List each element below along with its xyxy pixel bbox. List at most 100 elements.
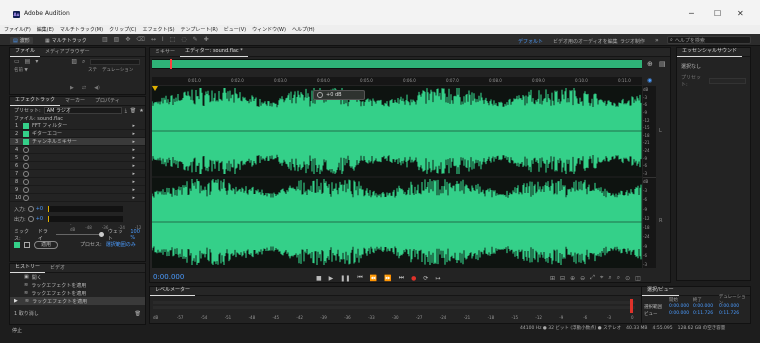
tab-markers[interactable]: マーカー [60, 97, 90, 106]
play-icon[interactable]: ▶ [329, 275, 334, 282]
preset-select[interactable]: AM ラジオ [43, 107, 122, 114]
favorite-icon[interactable]: ★ [139, 108, 143, 114]
close-button[interactable]: ✕ [737, 9, 744, 18]
loop-icon[interactable]: ⟳ [423, 275, 428, 282]
slip-tool-icon[interactable]: ↔ [151, 36, 156, 43]
menu-multitrack[interactable]: マルチトラック(M) [60, 26, 103, 33]
slot-menu-icon[interactable]: ▸ [132, 163, 135, 169]
slot-power-icon[interactable] [23, 138, 29, 145]
skip-selection-icon[interactable]: ↦ [435, 275, 440, 282]
minimize-button[interactable]: ─ [689, 9, 694, 18]
slot-power-icon[interactable] [23, 122, 29, 129]
effect-slot[interactable]: 7 ▸ [10, 170, 145, 178]
pause-icon[interactable]: ❚❚ [340, 275, 350, 282]
slot-menu-icon[interactable]: ▸ [132, 139, 135, 145]
tab-media-browser[interactable]: メディアブラウザー [40, 48, 95, 57]
time-select-tool-icon[interactable]: Ⅰ [162, 36, 164, 43]
brush-tool-icon[interactable]: ✎ [193, 36, 198, 43]
tab-levels[interactable]: レベルメーター [150, 286, 196, 296]
zoom-in-time-icon[interactable]: ⊕ [570, 275, 575, 282]
menu-edit[interactable]: 編集(E) [37, 26, 54, 33]
slot-menu-icon[interactable]: ▸ [132, 195, 135, 201]
rack-list-icon[interactable] [24, 241, 30, 248]
slot-menu-icon[interactable]: ▸ [132, 147, 135, 153]
slot-power-icon[interactable] [23, 186, 29, 193]
slot-menu-icon[interactable]: ▸ [132, 123, 135, 129]
overview-bar[interactable] [152, 59, 642, 69]
go-to-start-icon[interactable]: ⏮ [357, 274, 362, 282]
tab-files[interactable]: ファイル [10, 47, 41, 57]
razor-tool-icon[interactable]: ⌫ [136, 36, 144, 43]
workspace-video[interactable]: ビデオ用のオーディオを編集 [553, 38, 618, 45]
rewind-icon[interactable]: ⏪ [370, 275, 377, 282]
workspace-more-icon[interactable]: » [655, 37, 659, 44]
slot-menu-icon[interactable]: ▸ [132, 155, 135, 161]
col-duration[interactable]: デュレーション [102, 67, 133, 73]
effect-slot[interactable]: 4 ▸ [10, 146, 145, 154]
mix-slider[interactable] [55, 232, 104, 237]
essential-preset-select[interactable] [708, 78, 746, 84]
import-icon[interactable]: ▤ [25, 58, 31, 65]
waveform-view-button[interactable]: ▤ 波形 [10, 37, 33, 44]
preview-volume-icon[interactable]: ◀) [94, 85, 100, 91]
save-preset-icon[interactable]: ⤓ [125, 108, 127, 114]
wet-value[interactable]: 100 % [130, 229, 145, 241]
move-tool-icon[interactable]: ✥ [125, 36, 130, 43]
insert-icon[interactable]: ▾ [35, 58, 38, 65]
history-item-current[interactable]: ▶ ≋ ラックエフェクトを適用 [10, 297, 145, 305]
effect-slot[interactable]: 3 チャンネルミキサー ▸ [10, 138, 145, 146]
history-item[interactable]: ≋ ラックエフェクトを適用 [10, 289, 145, 297]
zoom-selection-icon[interactable]: ⌖ [600, 274, 603, 282]
tab-effects-rack[interactable]: エフェクトラック [10, 96, 61, 106]
tab-properties[interactable]: プロパティ [90, 97, 125, 106]
menu-clip[interactable]: クリップ(C) [109, 26, 136, 33]
lasso-tool-icon[interactable]: ◌ [181, 36, 186, 43]
spectral-tool-icon[interactable]: ▥ [102, 36, 108, 43]
close-file-icon[interactable]: ▨ [71, 58, 77, 65]
channel-right-label[interactable]: R [659, 218, 662, 224]
effect-slot[interactable]: 10 ▸ [10, 194, 145, 202]
workspace-radio[interactable]: ラジオ制作 [620, 38, 645, 45]
zoom-in-amplitude-icon[interactable]: ⊞ [550, 275, 555, 282]
tab-mixer[interactable]: ミキサー [150, 48, 180, 57]
history-item[interactable]: ≋ ラックエフェクトを適用 [10, 281, 145, 289]
slot-menu-icon[interactable]: ▸ [132, 187, 135, 193]
view-end[interactable]: 0:11.726 [693, 311, 719, 316]
hud-volume-knob[interactable] [317, 92, 323, 98]
hud-volume[interactable]: +0 dB [313, 90, 365, 100]
workspace-default[interactable]: デフォルト [518, 38, 543, 45]
effect-slot[interactable]: 5 ▸ [10, 154, 145, 162]
rack-power-icon[interactable] [14, 241, 20, 248]
zoom-out-amplitude-icon[interactable]: ⊟ [560, 275, 565, 282]
stop-icon[interactable]: ■ [316, 275, 322, 282]
menu-templates[interactable]: テンプレート(R) [181, 26, 218, 33]
selection-start[interactable]: 0:00.000 [669, 304, 693, 309]
fast-forward-icon[interactable]: ⏩ [384, 275, 391, 282]
tab-video[interactable]: ビデオ [45, 264, 70, 273]
slot-power-icon[interactable] [23, 146, 29, 153]
input-value[interactable]: +0 [36, 206, 43, 212]
multitrack-view-button[interactable]: ▦ マルチトラック [45, 37, 87, 45]
preview-play-icon[interactable]: ▶ [70, 85, 74, 91]
current-time[interactable]: 0:00.000 [153, 273, 184, 281]
menu-effects[interactable]: エフェクト(S) [142, 26, 174, 33]
input-knob[interactable] [27, 206, 34, 212]
channel-left-label[interactable]: L [659, 128, 662, 134]
tab-selection-view[interactable]: 選択/ビュー [642, 286, 679, 296]
history-item[interactable]: ▣ 開く [10, 273, 145, 281]
playhead-marker[interactable] [152, 86, 158, 91]
effect-slot[interactable]: 8 ▸ [10, 178, 145, 186]
slot-power-icon[interactable] [23, 130, 29, 137]
zoom-fit-icon[interactable]: ⊕ [647, 60, 653, 68]
col-status[interactable]: ステ [88, 67, 102, 73]
menu-view[interactable]: ビュー(V) [224, 26, 246, 33]
col-name[interactable]: 名前 ▼ [14, 67, 88, 73]
maximize-button[interactable]: ☐ [714, 9, 721, 18]
process-select[interactable]: 選択範囲のみ [106, 241, 136, 248]
selection-end[interactable]: 0:00.000 [693, 304, 719, 309]
waveform-display[interactable]: +0 dB [151, 86, 642, 268]
overview-viewport-handle[interactable] [170, 59, 172, 69]
effect-slot[interactable]: 2 ギターエコー ▸ [10, 130, 145, 138]
marquee-tool-icon[interactable]: ⬚ [170, 36, 176, 43]
apply-button[interactable]: 適用 [34, 240, 59, 249]
